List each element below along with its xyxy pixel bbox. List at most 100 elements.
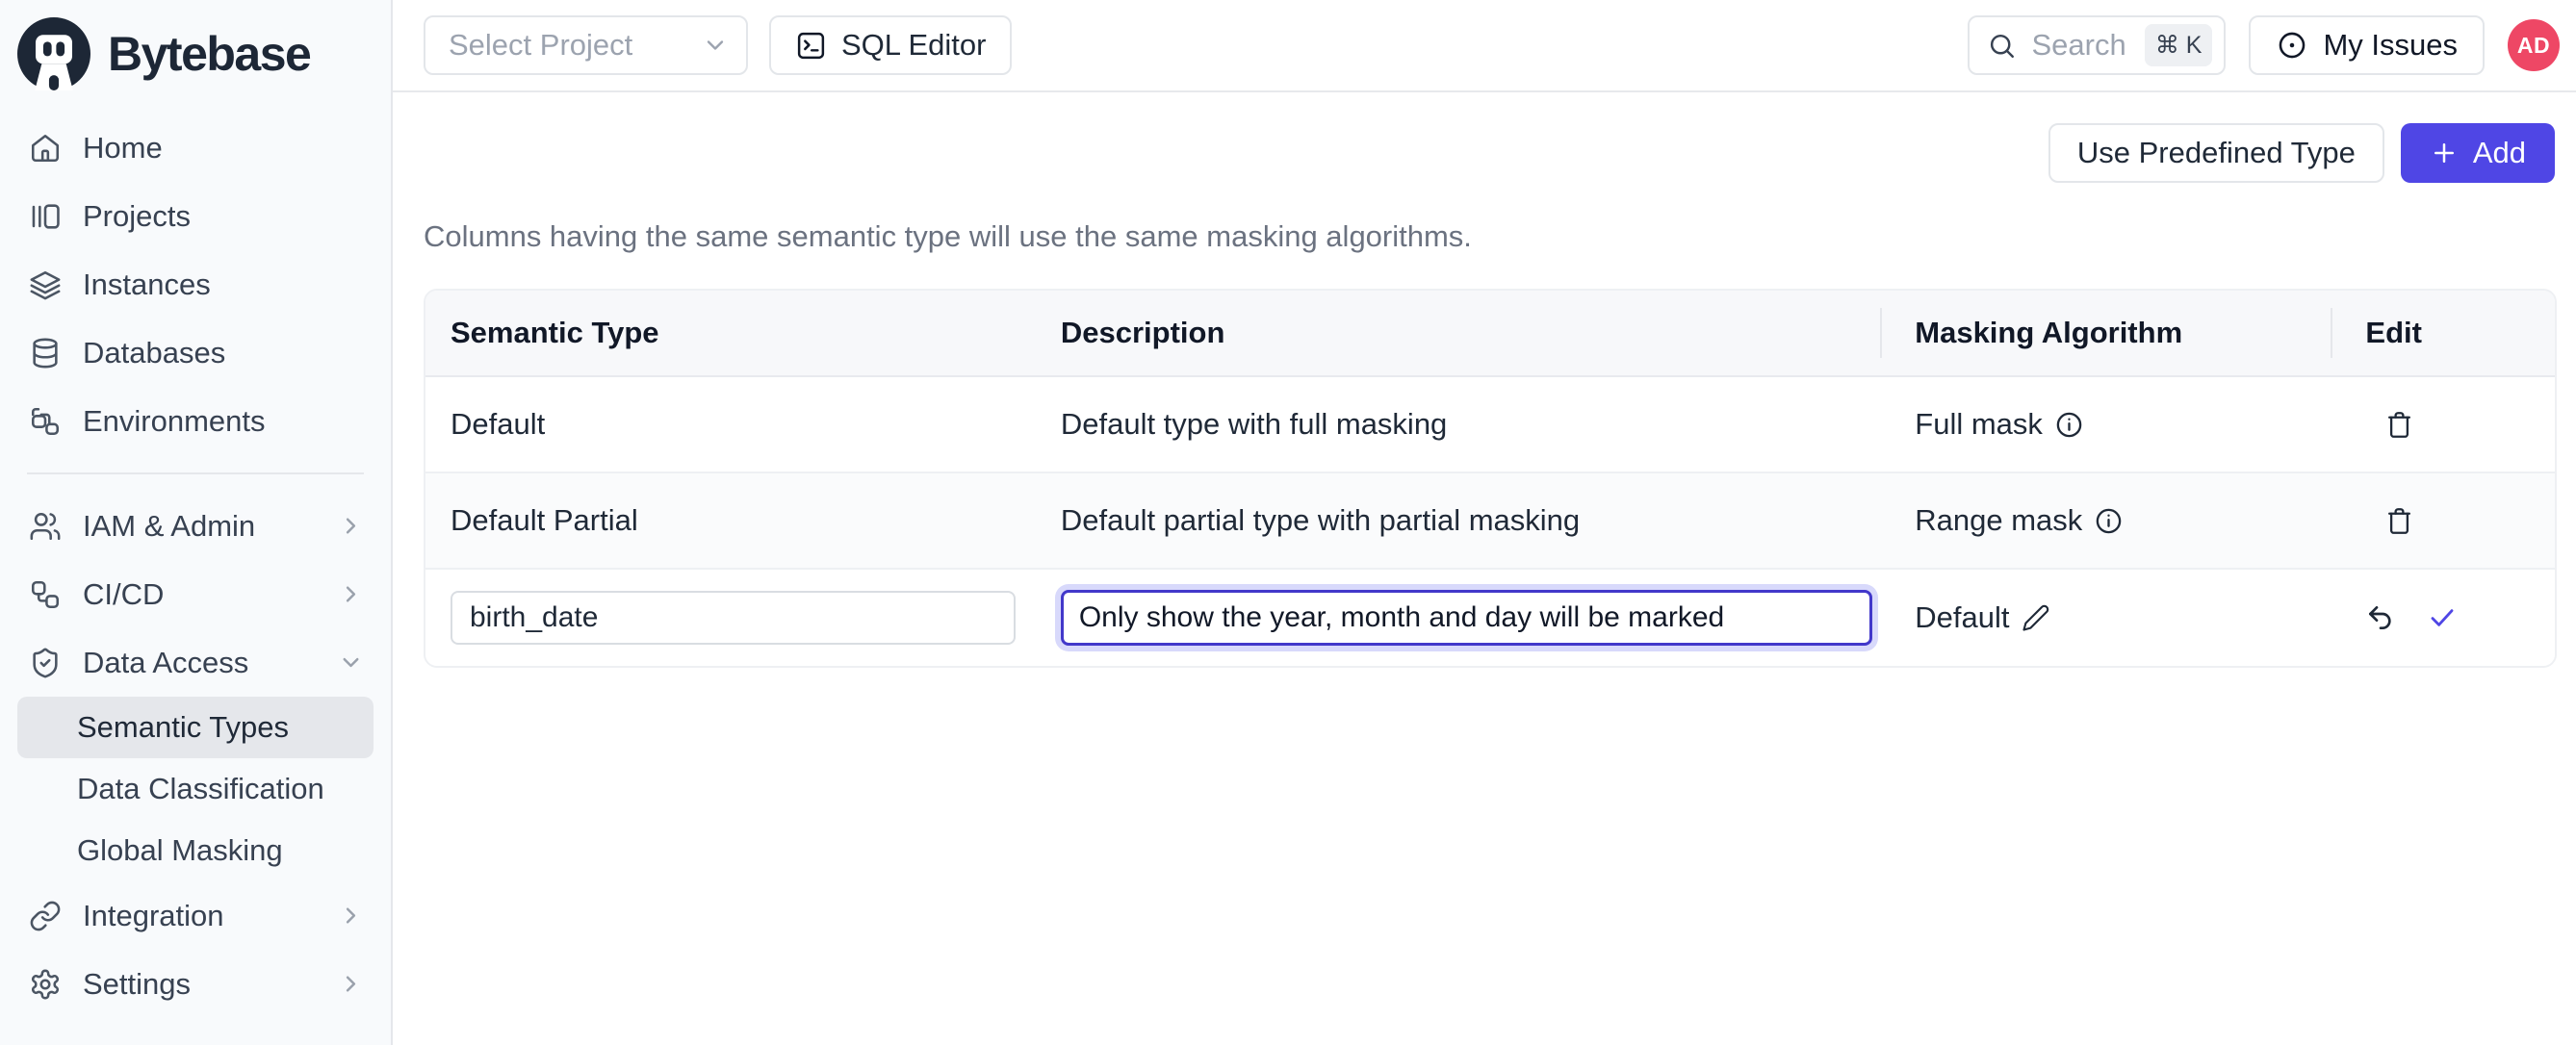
use-predefined-type-button[interactable]: Use Predefined Type xyxy=(2048,123,2384,183)
page-actions: Use Predefined Type Add xyxy=(393,92,2576,183)
sidebar-item-label: Databases xyxy=(83,336,225,370)
masking-algorithm-cell: Default xyxy=(1880,600,2331,635)
delete-button[interactable] xyxy=(2384,410,2414,440)
sidebar-divider xyxy=(27,472,364,474)
info-icon[interactable] xyxy=(2094,506,2124,536)
chevron-down-icon xyxy=(338,650,364,675)
project-select-placeholder: Select Project xyxy=(449,28,632,63)
chevron-right-icon xyxy=(338,581,364,607)
database-icon xyxy=(29,337,62,370)
edit-cell xyxy=(2331,602,2555,633)
my-issues-label: My Issues xyxy=(2323,28,2458,63)
gear-icon xyxy=(29,968,62,1001)
sidebar-item-label: Instances xyxy=(83,268,211,302)
edit-masking-algorithm-button[interactable] xyxy=(2022,603,2050,632)
sidebar-item-label: Data Access xyxy=(83,646,248,680)
delete-button[interactable] xyxy=(2384,506,2414,536)
table-row-editing: Default xyxy=(425,570,2555,666)
search-icon xyxy=(1987,31,2017,61)
sidebar-nav: Home Projects Instances Databases xyxy=(0,114,391,1018)
users-icon xyxy=(29,510,62,543)
sidebar-item-label: Projects xyxy=(83,199,191,234)
description-cell: Default type with full masking xyxy=(1036,407,1880,442)
semantic-type-cell xyxy=(425,591,1036,645)
trash-icon xyxy=(2384,410,2414,440)
sidebar-item-label: Environments xyxy=(83,404,266,439)
table-row: Default Partial Default partial type wit… xyxy=(425,473,2555,570)
projects-icon xyxy=(29,200,62,233)
sidebar-item-semantic-types[interactable]: Semantic Types xyxy=(17,697,374,758)
masking-algorithm-cell: Full mask xyxy=(1880,407,2331,442)
page-description: Columns having the same semantic type wi… xyxy=(424,219,2576,254)
home-icon xyxy=(29,132,62,165)
masking-algorithm-cell: Range mask xyxy=(1880,503,2331,538)
masking-algorithm-label: Range mask xyxy=(1915,503,2082,538)
info-icon[interactable] xyxy=(2054,410,2084,440)
sidebar-item-cicd[interactable]: CI/CD xyxy=(0,560,391,628)
sidebar-item-label: Home xyxy=(83,131,163,166)
avatar-initials: AD xyxy=(2517,33,2550,59)
sql-editor-button[interactable]: SQL Editor xyxy=(769,15,1012,75)
undo-button[interactable] xyxy=(2365,602,2396,633)
sidebar-item-label: Data Classification xyxy=(77,772,324,806)
chevron-right-icon xyxy=(338,903,364,929)
table-row: Default Default type with full masking F… xyxy=(425,377,2555,473)
confirm-button[interactable] xyxy=(2427,602,2458,633)
add-button[interactable]: Add xyxy=(2401,123,2555,183)
description-cell: Default partial type with partial maskin… xyxy=(1036,503,1880,538)
instances-layers-icon xyxy=(29,268,62,301)
shield-check-icon xyxy=(29,647,62,679)
sidebar-item-settings[interactable]: Settings xyxy=(0,950,391,1018)
circle-dot-icon xyxy=(2276,29,2308,62)
semantic-types-table: Semantic Type Description Masking Algori… xyxy=(424,289,2557,668)
description-cell xyxy=(1036,590,1880,646)
semantic-type-input[interactable] xyxy=(451,591,1016,645)
workflow-icon xyxy=(29,578,62,611)
pencil-icon xyxy=(2022,603,2050,632)
sidebar-item-integration[interactable]: Integration xyxy=(0,881,391,950)
search-placeholder: Search xyxy=(2031,28,2129,63)
project-select[interactable]: Select Project xyxy=(424,15,748,75)
column-header-masking-algorithm: Masking Algorithm xyxy=(1880,291,2331,375)
brand-logo[interactable]: Bytebase xyxy=(0,0,391,90)
sidebar-item-global-masking[interactable]: Global Masking xyxy=(17,820,374,881)
avatar[interactable]: AD xyxy=(2508,19,2560,71)
search-shortcut-badge: ⌘ K xyxy=(2145,24,2213,66)
app-root: Bytebase Home Projects Instances xyxy=(0,0,2576,1045)
sidebar-item-databases[interactable]: Databases xyxy=(0,319,391,387)
terminal-icon xyxy=(795,30,827,62)
sidebar-item-environments[interactable]: Environments xyxy=(0,387,391,455)
sidebar-item-label: Global Masking xyxy=(77,833,283,868)
add-label: Add xyxy=(2473,136,2526,170)
topbar-right: Search ⌘ K My Issues AD xyxy=(1968,15,2560,75)
chevron-down-icon xyxy=(702,32,729,59)
search-input[interactable]: Search ⌘ K xyxy=(1968,15,2226,75)
use-predefined-type-label: Use Predefined Type xyxy=(2077,136,2356,170)
undo-icon xyxy=(2365,602,2396,633)
link-icon xyxy=(29,900,62,932)
sidebar-item-iam-admin[interactable]: IAM & Admin xyxy=(0,492,391,560)
sidebar-item-data-classification[interactable]: Data Classification xyxy=(17,758,374,820)
description-input[interactable] xyxy=(1061,590,1872,646)
sidebar-item-data-access[interactable]: Data Access xyxy=(0,628,391,697)
sql-editor-label: SQL Editor xyxy=(841,28,986,63)
table-header-row: Semantic Type Description Masking Algori… xyxy=(425,291,2555,377)
sidebar-item-projects[interactable]: Projects xyxy=(0,182,391,250)
sidebar-item-instances[interactable]: Instances xyxy=(0,250,391,319)
masking-algorithm-label: Default xyxy=(1915,600,2009,635)
sidebar-item-home[interactable]: Home xyxy=(0,114,391,182)
brand-name: Bytebase xyxy=(108,26,310,82)
sidebar-item-label: Integration xyxy=(83,899,224,933)
masking-algorithm-label: Full mask xyxy=(1915,407,2043,442)
column-header-semantic-type: Semantic Type xyxy=(425,291,1036,375)
sidebar-item-label: Settings xyxy=(83,967,191,1002)
column-header-edit: Edit xyxy=(2331,291,2555,375)
my-issues-button[interactable]: My Issues xyxy=(2249,15,2485,75)
check-icon xyxy=(2427,602,2458,633)
semantic-type-cell: Default Partial xyxy=(425,503,1036,538)
column-header-description: Description xyxy=(1036,291,1880,375)
plus-icon xyxy=(2430,139,2459,167)
environments-icon xyxy=(29,405,62,438)
edit-cell xyxy=(2331,410,2555,440)
sidebar: Bytebase Home Projects Instances xyxy=(0,0,393,1045)
